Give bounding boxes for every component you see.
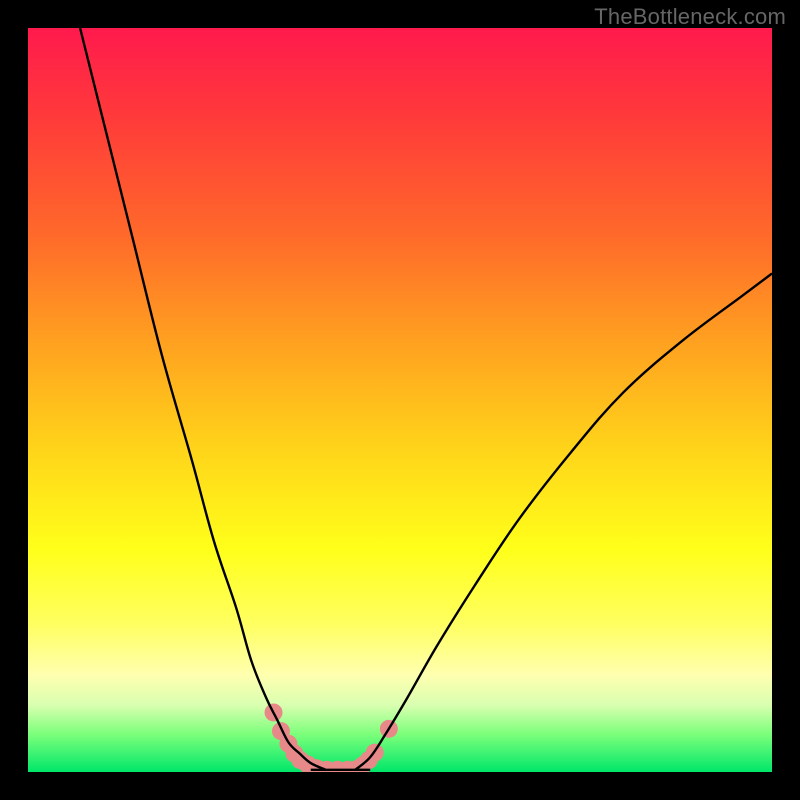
plot-area (28, 28, 772, 772)
left-curve (80, 28, 326, 770)
chart-svg (28, 28, 772, 772)
chart-frame: TheBottleneck.com (0, 0, 800, 800)
watermark-text: TheBottleneck.com (594, 4, 786, 30)
right-curve (355, 274, 772, 770)
